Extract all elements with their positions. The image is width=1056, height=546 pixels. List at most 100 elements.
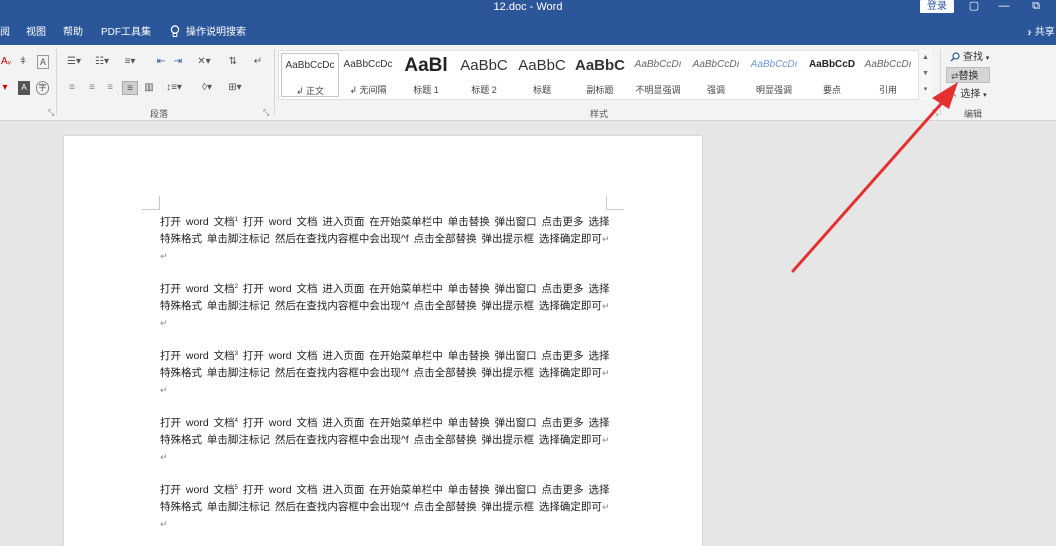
multilevel-list-icon[interactable]: ≡▾ bbox=[122, 55, 138, 69]
ribbon-display-icon[interactable]: ▢ bbox=[962, 0, 986, 14]
style-preview: AaBbC bbox=[518, 57, 566, 74]
paragraph[interactable]: 打开 word 文档3 打开 word 文档 进入页面 在开始菜单栏中 单击替换… bbox=[160, 346, 610, 399]
share-label: 共享 bbox=[1034, 27, 1055, 38]
style-preview: AaBbCcDc bbox=[343, 59, 393, 70]
restore-button[interactable]: ⧉ bbox=[1024, 0, 1048, 14]
change-case-icon[interactable]: ǂ bbox=[18, 55, 28, 69]
paragraph[interactable]: 打开 word 文档1 打开 word 文档 进入页面 在开始菜单栏中 单击替换… bbox=[160, 212, 610, 265]
font-color-dropdown-icon[interactable]: ▾ bbox=[1, 81, 9, 95]
show-marks-icon[interactable]: ↵ bbox=[252, 55, 264, 69]
style-preview: AaBbCcDc bbox=[285, 60, 335, 71]
title-bar: 12.doc - Word 登录 ▢ — ⧉ bbox=[0, 0, 1056, 21]
paragraph[interactable]: 打开 word 文档5 打开 word 文档 进入页面 在开始菜单栏中 单击替换… bbox=[160, 480, 610, 533]
style-preview: AaBbC bbox=[574, 57, 625, 74]
align-right-icon[interactable]: ≡ bbox=[104, 81, 116, 95]
styles-dialog-launcher-icon[interactable]: ⤡ bbox=[932, 108, 938, 118]
style-preview: AaBbCcDı bbox=[864, 59, 912, 70]
line-spacing-icon[interactable]: ↕≡▾ bbox=[164, 81, 184, 95]
align-left-icon[interactable]: ≡ bbox=[66, 81, 78, 95]
numbering-icon[interactable]: ☷▾ bbox=[94, 55, 110, 69]
login-button[interactable]: 登录 bbox=[920, 0, 954, 13]
paragraph-mark: ↵ bbox=[160, 519, 168, 529]
style-title[interactable]: AaBbC 标题 bbox=[513, 53, 571, 97]
style-emphasis[interactable]: AaBbCcDı 强调 bbox=[687, 53, 745, 97]
justify-icon[interactable]: ≡ bbox=[122, 81, 138, 95]
style-name: 引用 bbox=[878, 85, 897, 95]
enclosed-character-icon[interactable]: 字 bbox=[36, 81, 49, 95]
minimize-button[interactable]: — bbox=[992, 0, 1016, 14]
paragraph-mark: ↵ bbox=[601, 435, 610, 445]
sort-icon[interactable]: ⇅ bbox=[225, 55, 241, 69]
find-button[interactable]: 查找 ▾ bbox=[950, 50, 989, 66]
chinese-layout-icon[interactable]: ✕▾ bbox=[196, 55, 212, 69]
tell-me-search[interactable]: 操作说明搜索 bbox=[170, 21, 246, 45]
styles-group-label: 样式 bbox=[590, 109, 609, 119]
increase-indent-icon[interactable]: ⇥ bbox=[172, 55, 184, 69]
paragraph-group-label: 段落 bbox=[150, 109, 169, 119]
paragraph-mark: ↵ bbox=[601, 368, 610, 378]
character-border-icon[interactable]: A bbox=[37, 55, 49, 69]
paragraph-dialog-launcher-icon[interactable]: ⤡ bbox=[263, 108, 269, 118]
style-preview: AaBbCcDı bbox=[750, 59, 798, 70]
character-shading-icon[interactable]: A bbox=[18, 81, 30, 95]
paragraph-mark: ↵ bbox=[601, 301, 610, 311]
tab-view[interactable]: 视图 bbox=[26, 21, 46, 45]
share-button[interactable]: ꭸ 共享 bbox=[1028, 21, 1055, 45]
distributed-icon[interactable]: ▥ bbox=[142, 81, 156, 95]
style-preview: AaBl bbox=[404, 55, 448, 76]
style-preview: AaBbCcDı bbox=[634, 59, 682, 70]
style-quote[interactable]: AaBbCcDı 引用 bbox=[861, 53, 915, 97]
paragraph-mark: ↵ bbox=[160, 452, 168, 462]
font-color-icon[interactable]: Aᵥ bbox=[1, 55, 11, 69]
style-name: ↲ 无间隔 bbox=[349, 85, 387, 95]
bullets-icon[interactable]: ☰▾ bbox=[66, 55, 82, 69]
crop-mark bbox=[606, 196, 624, 210]
align-center-icon[interactable]: ≡ bbox=[86, 81, 98, 95]
editing-group-label: 编辑 bbox=[964, 109, 983, 119]
styles-gallery-scroll[interactable]: ▲ ▼ ▾ bbox=[918, 50, 932, 100]
crop-mark bbox=[142, 196, 160, 210]
style-no-spacing[interactable]: AaBbCcDc ↲ 无间隔 bbox=[339, 53, 397, 97]
paragraph[interactable]: 打开 word 文档4 打开 word 文档 进入页面 在开始菜单栏中 单击替换… bbox=[160, 413, 610, 466]
style-name: 副标题 bbox=[586, 85, 614, 95]
tab-review[interactable]: 阅 bbox=[0, 21, 10, 45]
chevron-down-icon: ▾ bbox=[983, 92, 987, 99]
style-name: 标题 1 bbox=[413, 85, 439, 95]
find-label: 查找 bbox=[963, 52, 983, 63]
lightbulb-icon bbox=[170, 25, 180, 37]
person-icon: ꭸ bbox=[1028, 27, 1035, 38]
style-name: 标题 2 bbox=[471, 85, 497, 95]
style-strong[interactable]: AaBbCcD 要点 bbox=[803, 53, 861, 97]
shading-icon[interactable]: ◊▾ bbox=[196, 81, 218, 95]
scroll-down-icon[interactable]: ▼ bbox=[919, 66, 932, 82]
font-dialog-launcher-icon[interactable]: ⤡ bbox=[48, 108, 54, 118]
group-separator bbox=[274, 49, 275, 115]
style-intense-emphasis[interactable]: AaBbCcDı 明显强调 bbox=[745, 53, 803, 97]
paragraph-mark: ↵ bbox=[160, 385, 168, 395]
paragraph[interactable]: 打开 word 文档2 打开 word 文档 进入页面 在开始菜单栏中 单击替换… bbox=[160, 279, 610, 332]
style-heading-2[interactable]: AaBbC 标题 2 bbox=[455, 53, 513, 97]
document-page[interactable]: 打开 word 文档1 打开 word 文档 进入页面 在开始菜单栏中 单击替换… bbox=[64, 136, 702, 546]
group-separator bbox=[56, 49, 57, 115]
style-preview: AaBbCcDı bbox=[692, 59, 740, 70]
select-label: 选择 bbox=[960, 89, 981, 100]
tab-help[interactable]: 帮助 bbox=[63, 21, 83, 45]
select-button[interactable]: ↖ 选择 ▾ bbox=[950, 86, 987, 102]
tab-pdf-tools[interactable]: PDF工具集 bbox=[101, 21, 151, 45]
style-heading-1[interactable]: AaBl 标题 1 bbox=[397, 53, 455, 97]
scroll-up-icon[interactable]: ▲ bbox=[919, 50, 932, 66]
paragraph-mark: ↵ bbox=[160, 318, 168, 328]
style-subtle-emphasis[interactable]: AaBbCcDı 不明显强调 bbox=[629, 53, 687, 97]
style-subtitle[interactable]: AaBbC 副标题 bbox=[571, 53, 629, 97]
replace-label: 替换 bbox=[958, 71, 979, 82]
borders-icon[interactable]: ⊞▾ bbox=[224, 81, 246, 95]
window-title: 12.doc - Word bbox=[493, 1, 563, 13]
more-styles-icon[interactable]: ▾ bbox=[919, 82, 932, 98]
paragraph-mark: ↵ bbox=[601, 502, 610, 512]
paragraph-mark: ↵ bbox=[601, 234, 610, 244]
style-normal[interactable]: AaBbCcDc ↲ 正文 bbox=[281, 53, 339, 97]
cursor-icon: ↖ bbox=[950, 89, 958, 99]
replace-button[interactable]: ⇄替换 bbox=[946, 67, 990, 83]
decrease-indent-icon[interactable]: ⇤ bbox=[155, 55, 167, 69]
style-preview: AaBbCcD bbox=[808, 59, 856, 70]
